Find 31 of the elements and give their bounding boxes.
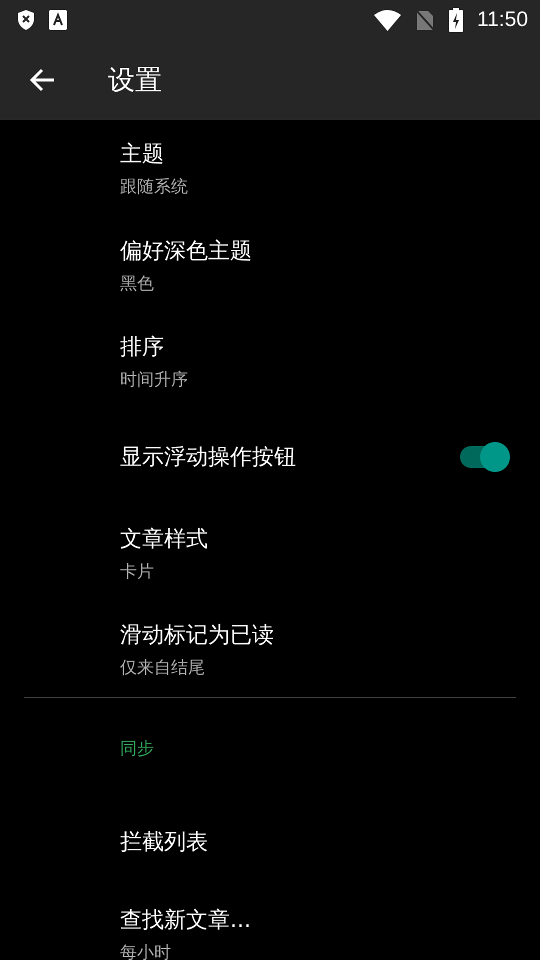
setting-title: 滑动标记为已读 <box>120 622 275 650</box>
keyboard-icon <box>49 10 67 30</box>
back-arrow-icon <box>29 68 55 92</box>
setting-summary: 黑色 <box>120 272 155 294</box>
setting-item[interactable]: 排序 时间升序 <box>0 313 540 409</box>
setting-title: 偏好深色主题 <box>120 238 253 266</box>
setting-summary: 每小时 <box>120 942 172 960</box>
setting-title: 排序 <box>120 334 165 362</box>
setting-title: 主题 <box>120 141 165 169</box>
setting-summary: 跟随系统 <box>120 176 189 198</box>
setting-item[interactable]: 拦截列表 <box>0 798 540 886</box>
setting-item[interactable]: 显示浮动操作按钮 <box>0 409 540 505</box>
setting-title: 查找新文章... <box>120 906 252 934</box>
setting-title: 显示浮动操作按钮 <box>120 444 297 472</box>
setting-title: 拦截列表 <box>120 829 209 857</box>
setting-summary: 卡片 <box>120 560 155 582</box>
screen-title: 设置 <box>108 64 162 98</box>
wifi-icon <box>374 9 401 31</box>
shield-icon <box>17 9 35 31</box>
setting-item[interactable]: 文章样式 卡片 <box>0 505 540 601</box>
setting-title: 文章样式 <box>120 526 209 554</box>
setting-item[interactable]: 查找新文章... 每小时 <box>0 886 540 960</box>
no-sim-icon <box>415 9 435 31</box>
setting-summary: 仅来自结尾 <box>120 656 206 678</box>
status-time: 11:50 <box>477 8 528 32</box>
setting-summary: 时间升序 <box>120 368 189 390</box>
category-header: 同步 <box>120 738 154 760</box>
setting-item[interactable]: 滑动标记为已读 仅来自结尾 <box>0 601 540 697</box>
setting-item[interactable]: 偏好深色主题 黑色 <box>0 217 540 313</box>
setting-item[interactable]: 主题 跟随系统 <box>0 120 540 217</box>
battery-charging-icon <box>449 8 463 32</box>
